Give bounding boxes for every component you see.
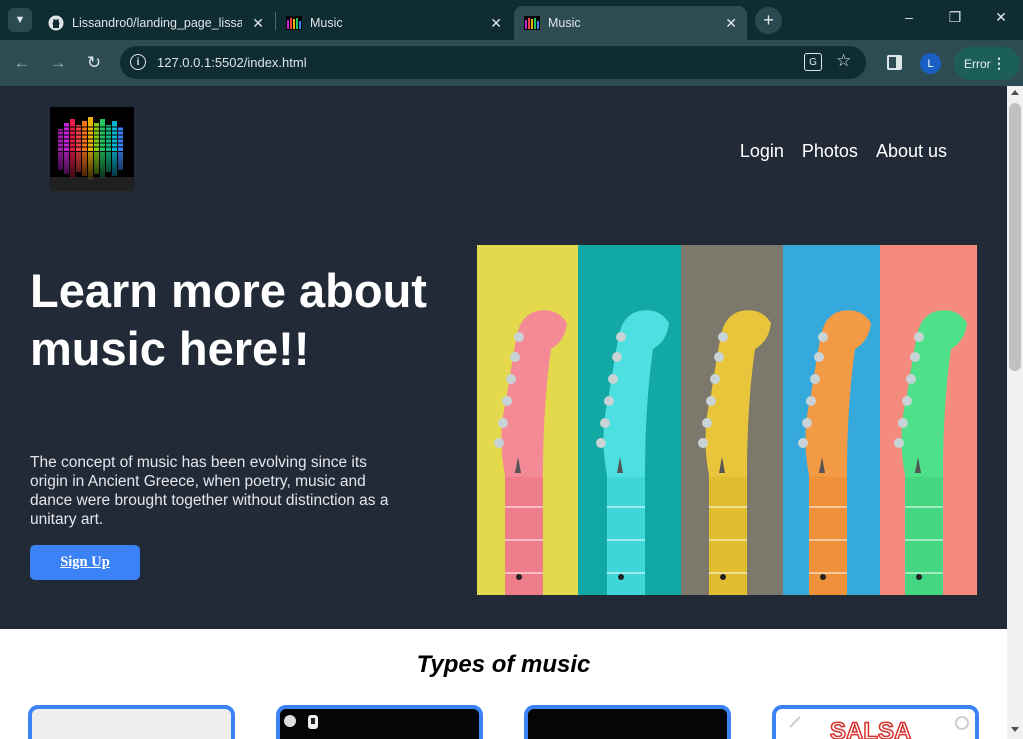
tab-title: Lissandro0/landing_page_lissan xyxy=(72,16,242,30)
hero-title: Learn more about music here!! xyxy=(30,264,427,375)
browser-tab-music-active[interactable]: Music ✕ xyxy=(514,6,747,40)
error-menu-button[interactable]: Error ⋮ xyxy=(954,47,1020,80)
close-tab-icon[interactable]: ✕ xyxy=(490,15,502,31)
tab-title: Music xyxy=(310,16,343,30)
bookmark-star-icon[interactable]: ☆ xyxy=(836,51,851,71)
restore-window-icon[interactable]: ❐ xyxy=(945,9,965,26)
site-info-icon[interactable]: i xyxy=(130,54,146,70)
hero-section: Login Photos About us Learn more about m… xyxy=(0,86,1007,629)
types-of-music-title: Types of music xyxy=(416,651,591,678)
close-tab-icon[interactable]: ✕ xyxy=(252,15,264,31)
nav-link-about-us[interactable]: About us xyxy=(876,141,947,162)
card-thumbnail-image xyxy=(284,715,318,729)
tab-search-chevron-icon[interactable]: ▼ xyxy=(8,8,32,32)
guitar-headstocks-image xyxy=(477,245,977,595)
music-type-card[interactable] xyxy=(524,705,731,739)
nav-link-login[interactable]: Login xyxy=(740,141,784,162)
page-scrollbar[interactable] xyxy=(1007,86,1023,739)
address-bar[interactable]: i 127.0.0.1:5502/index.html G ☆ xyxy=(120,46,866,79)
equalizer-favicon-icon xyxy=(286,16,302,30)
music-type-card[interactable] xyxy=(28,705,235,739)
equalizer-logo[interactable] xyxy=(50,107,134,191)
equalizer-logo-image xyxy=(50,107,134,191)
sign-up-button[interactable]: Sign Up xyxy=(30,545,140,580)
nav-link-photos[interactable]: Photos xyxy=(802,141,858,162)
card-thumbnail-image: SALSA xyxy=(789,716,969,739)
browser-tab-strip: ▼ Lissandro0/landing_page_lissan ✕ Music… xyxy=(0,0,1023,40)
scroll-up-arrow-icon[interactable] xyxy=(1011,90,1019,95)
tab-title: Music xyxy=(548,16,581,30)
new-tab-plus-icon[interactable]: + xyxy=(755,7,782,34)
browser-tab-github[interactable]: Lissandro0/landing_page_lissan ✕ xyxy=(38,6,274,40)
browser-toolbar: ← → ↻ i 127.0.0.1:5502/index.html G ☆ L … xyxy=(0,40,1023,86)
close-tab-icon[interactable]: ✕ xyxy=(725,15,737,31)
translate-icon[interactable]: G xyxy=(804,53,822,71)
reload-icon[interactable]: ↻ xyxy=(83,52,105,74)
more-vertical-icon: ⋮ xyxy=(992,55,1006,71)
back-arrow-icon[interactable]: ← xyxy=(11,52,33,74)
hero-description: The concept of music has been evolving s… xyxy=(30,454,389,528)
close-window-icon[interactable]: ✕ xyxy=(991,9,1011,26)
music-type-card[interactable] xyxy=(276,705,483,739)
music-type-card[interactable]: SALSA xyxy=(772,705,979,739)
main-nav: Login Photos About us xyxy=(740,141,947,162)
minimize-window-icon[interactable]: – xyxy=(899,9,919,25)
equalizer-favicon-icon xyxy=(524,16,540,30)
side-panel-icon[interactable] xyxy=(887,55,902,70)
card-thumbnail-image xyxy=(528,709,727,739)
scroll-down-arrow-icon[interactable] xyxy=(1011,727,1019,732)
card-caption: SALSA xyxy=(830,718,911,739)
profile-avatar[interactable]: L xyxy=(920,53,941,74)
browser-tab-music[interactable]: Music ✕ xyxy=(276,6,512,40)
scroll-thumb[interactable] xyxy=(1009,103,1021,371)
github-icon xyxy=(48,15,64,31)
forward-arrow-icon[interactable]: → xyxy=(47,52,69,74)
error-label: Error xyxy=(964,56,991,71)
page-viewport: Login Photos About us Learn more about m… xyxy=(0,86,1007,739)
url-text[interactable]: 127.0.0.1:5502/index.html xyxy=(157,55,307,70)
